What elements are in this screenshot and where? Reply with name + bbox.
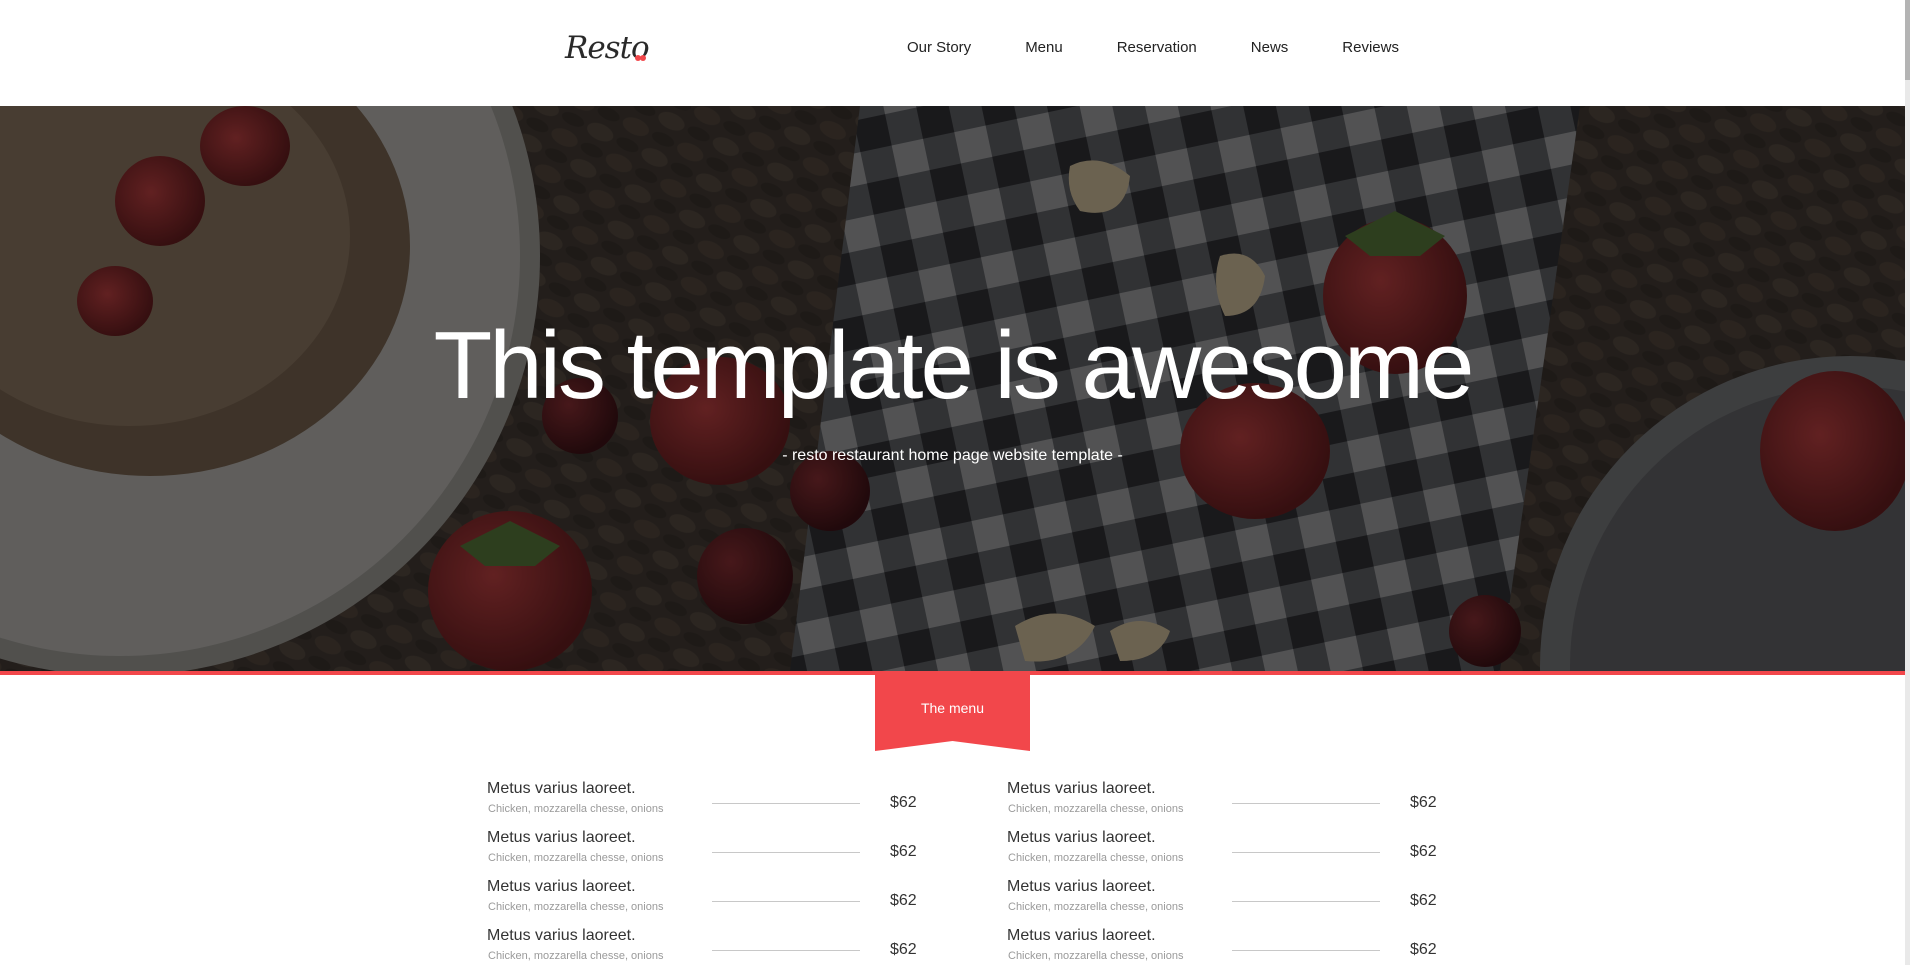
nav-item-news[interactable]: News <box>1224 39 1316 56</box>
site-logo[interactable]: Resto <box>565 30 650 70</box>
item-leader-line <box>1232 950 1380 951</box>
item-name: Metus varius laoreet. <box>1007 829 1156 846</box>
item-leader-line <box>712 950 860 951</box>
menu-item: Metus varius laoreet. Chicken, mozzarell… <box>487 829 967 878</box>
item-name: Metus varius laoreet. <box>1007 878 1156 895</box>
item-leader-line <box>1232 901 1380 902</box>
item-name: Metus varius laoreet. <box>487 780 636 797</box>
hero-title: This template is awesome <box>433 312 1475 419</box>
item-price: $62 <box>1410 794 1437 811</box>
item-price: $62 <box>1410 892 1437 909</box>
item-description: Chicken, mozzarella chesse, onions <box>1008 852 1184 864</box>
item-description: Chicken, mozzarella chesse, onions <box>488 803 664 815</box>
item-description: Chicken, mozzarella chesse, onions <box>1008 950 1184 962</box>
item-description: Chicken, mozzarella chesse, onions <box>1008 901 1184 913</box>
item-price: $62 <box>1410 941 1437 958</box>
page: Resto Our Story Menu Reservation News Re… <box>0 0 1910 965</box>
item-price: $62 <box>890 941 917 958</box>
item-description: Chicken, mozzarella chesse, onions <box>488 852 664 864</box>
item-leader-line <box>712 852 860 853</box>
menu-item: Metus varius laoreet. Chicken, mozzarell… <box>487 927 967 965</box>
hero-subtitle: - resto restaurant home page website tem… <box>782 447 1123 464</box>
item-price: $62 <box>890 892 917 909</box>
site-header: Resto Our Story Menu Reservation News Re… <box>0 0 1905 106</box>
nav-item-menu[interactable]: Menu <box>998 39 1090 56</box>
item-price: $62 <box>1410 843 1437 860</box>
nav-item-reviews[interactable]: Reviews <box>1315 39 1426 56</box>
item-leader-line <box>1232 852 1380 853</box>
menu-item: Metus varius laoreet. Chicken, mozzarell… <box>1007 927 1487 965</box>
item-name: Metus varius laoreet. <box>1007 780 1156 797</box>
item-leader-line <box>712 803 860 804</box>
item-price: $62 <box>890 843 917 860</box>
logo-dots-icon <box>635 55 649 61</box>
menu-item: Metus varius laoreet. Chicken, mozzarell… <box>1007 829 1487 878</box>
main-nav: Our Story Menu Reservation News Reviews <box>880 36 1426 58</box>
nav-item-reservation[interactable]: Reservation <box>1090 39 1224 56</box>
item-name: Metus varius laoreet. <box>487 829 636 846</box>
hero-banner: This template is awesome - resto restaur… <box>0 106 1905 671</box>
menu-ribbon: The menu <box>875 674 1030 751</box>
item-description: Chicken, mozzarella chesse, onions <box>488 901 664 913</box>
ribbon-label: The menu <box>920 700 985 716</box>
item-name: Metus varius laoreet. <box>487 927 636 944</box>
item-leader-line <box>712 901 860 902</box>
item-name: Metus varius laoreet. <box>1007 927 1156 944</box>
menu-item: Metus varius laoreet. Chicken, mozzarell… <box>1007 780 1487 829</box>
item-price: $62 <box>890 794 917 811</box>
page-scrollbar[interactable] <box>1905 0 1910 965</box>
item-description: Chicken, mozzarella chesse, onions <box>488 950 664 962</box>
item-name: Metus varius laoreet. <box>487 878 636 895</box>
item-description: Chicken, mozzarella chesse, onions <box>1008 803 1184 815</box>
nav-item-our-story[interactable]: Our Story <box>880 39 998 56</box>
item-leader-line <box>1232 803 1380 804</box>
menu-item: Metus varius laoreet. Chicken, mozzarell… <box>487 780 967 829</box>
scrollbar-thumb[interactable] <box>1905 0 1910 80</box>
menu-column-left: Metus varius laoreet. Chicken, mozzarell… <box>487 780 967 965</box>
menu-item: Metus varius laoreet. Chicken, mozzarell… <box>1007 878 1487 927</box>
menu-column-right: Metus varius laoreet. Chicken, mozzarell… <box>1007 780 1487 965</box>
menu-item: Metus varius laoreet. Chicken, mozzarell… <box>487 878 967 927</box>
